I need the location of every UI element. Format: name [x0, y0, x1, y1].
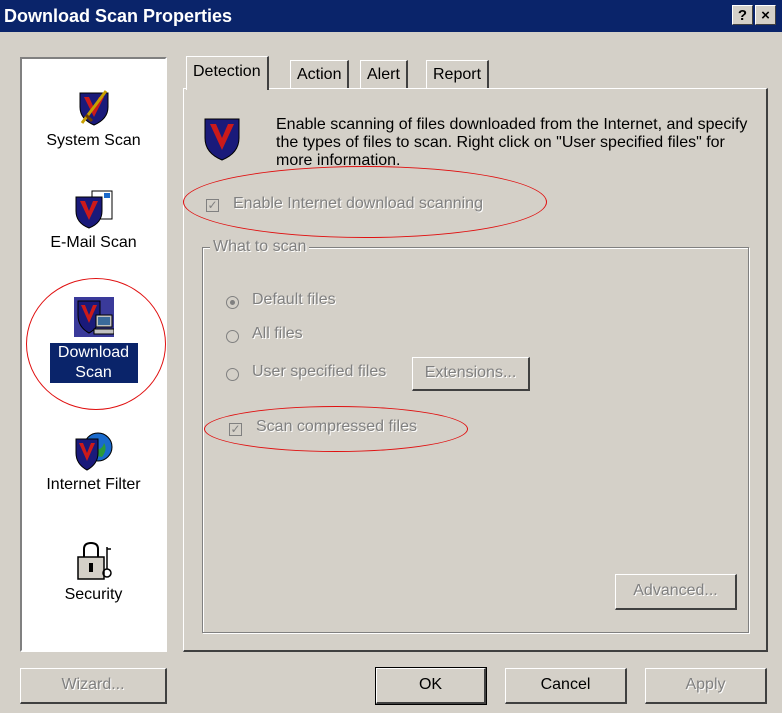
default-files-label: Default files [252, 291, 336, 308]
cancel-button[interactable]: Cancel [505, 668, 627, 704]
shield-computer-icon [73, 297, 114, 337]
all-files-label: All files [252, 325, 303, 342]
padlock-key-icon [76, 541, 112, 580]
tab-action[interactable]: Action [290, 60, 350, 89]
user-specified-files-radio[interactable] [226, 368, 239, 381]
sidebar-item-label: System Scan [46, 132, 141, 149]
sidebar-item-internet-filter[interactable]: Internet Filter [22, 431, 165, 495]
wizard-button[interactable]: Wizard... [20, 668, 167, 704]
user-specified-files-label: User specified files [252, 363, 387, 380]
sidebar-item-label: E-Mail Scan [50, 234, 137, 251]
title-bar: Download Scan Properties ? × [0, 0, 782, 32]
ok-button[interactable]: OK [375, 667, 487, 705]
sidebar-item-system-scan[interactable]: System Scan [22, 87, 165, 151]
tab-report[interactable]: Report [426, 60, 490, 89]
all-files-radio[interactable] [226, 330, 239, 343]
what-to-scan-label: What to scan [210, 238, 310, 256]
scan-compressed-label: Scan compressed files [256, 418, 417, 435]
sidebar: System Scan E-Mail Scan Download Scan In… [20, 57, 167, 652]
scan-compressed-checkbox[interactable]: ✓ [229, 423, 242, 436]
enable-download-label: Enable Internet download scanning [233, 195, 483, 212]
sidebar-item-download-scan[interactable]: Download Scan [22, 297, 165, 383]
apply-button[interactable]: Apply [645, 668, 767, 704]
sidebar-item-label: Security [64, 586, 123, 603]
default-files-radio[interactable] [226, 296, 239, 309]
shield-logo-icon [204, 118, 240, 161]
sidebar-item-e-mail-scan[interactable]: E-Mail Scan [22, 189, 165, 253]
sidebar-item-security[interactable]: Security [22, 541, 165, 605]
sidebar-item-label: Download Scan [49, 343, 138, 383]
shield-mail-icon [75, 190, 112, 229]
detection-description: Enable scanning of files downloaded from… [276, 116, 748, 169]
help-button[interactable]: ? [732, 5, 753, 25]
tab-alert[interactable]: Alert [360, 60, 408, 89]
shield-sword-icon [79, 90, 108, 126]
sidebar-item-label: Internet Filter [46, 476, 141, 493]
close-button[interactable]: × [755, 5, 776, 25]
shield-globe-icon [75, 432, 112, 471]
window-title: Download Scan Properties [4, 6, 233, 26]
extensions-button[interactable]: Extensions... [412, 357, 530, 391]
enable-download-checkbox[interactable]: ✓ [206, 199, 219, 212]
tab-detection[interactable]: Detection [186, 56, 269, 90]
advanced-button[interactable]: Advanced... [615, 574, 737, 610]
